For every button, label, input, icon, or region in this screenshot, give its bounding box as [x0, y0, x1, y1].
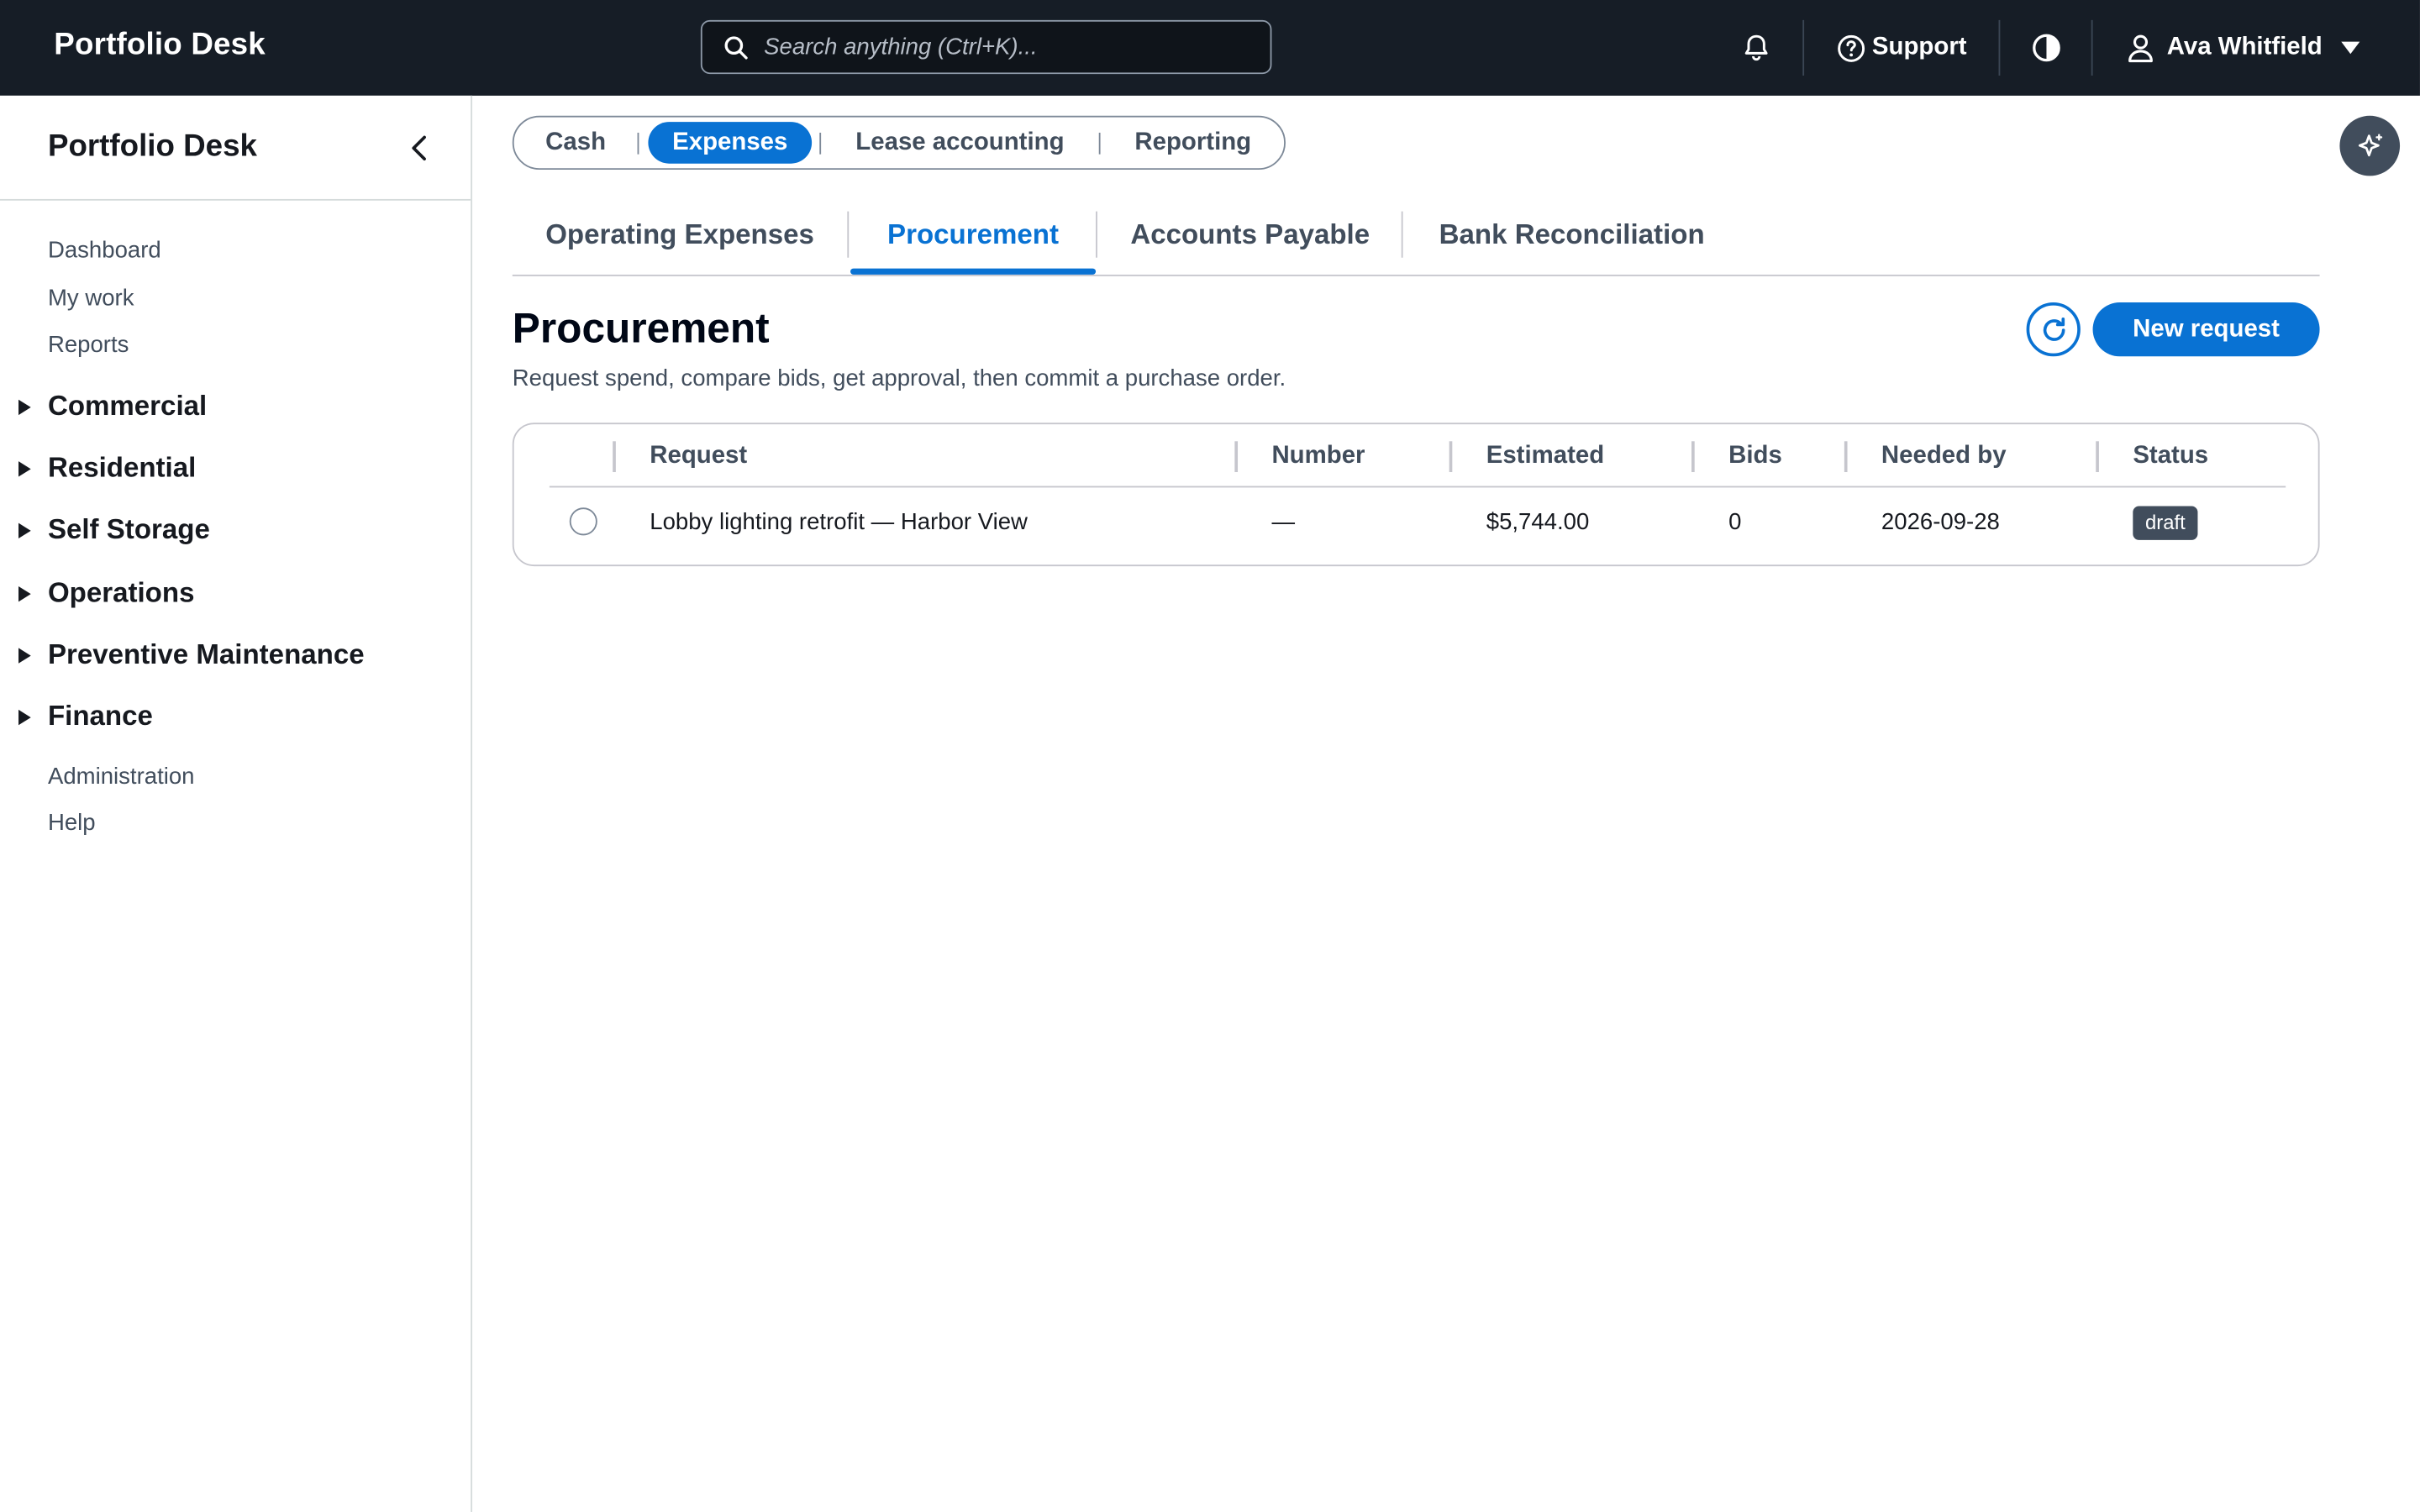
refresh-button[interactable]	[2026, 302, 2081, 357]
segment-cash[interactable]: Cash	[523, 122, 629, 164]
segment-expenses[interactable]: Expenses	[648, 122, 813, 164]
sidebar-section-preventive-maintenance[interactable]: Preventive Maintenance	[18, 638, 365, 671]
sidebar-item-help[interactable]: Help	[48, 810, 96, 836]
notifications-button[interactable]	[1741, 0, 1772, 96]
sidebar-item-my-work[interactable]: My work	[48, 286, 134, 312]
sidebar-item-reports[interactable]: Reports	[48, 332, 129, 358]
sidebar-item-administration[interactable]: Administration	[48, 764, 195, 790]
refresh-icon	[2042, 317, 2065, 340]
sidebar-section-label: Commercial	[47, 390, 208, 422]
column-divider	[613, 441, 616, 473]
segment-divider	[819, 132, 822, 155]
tab-divider	[1401, 211, 1403, 258]
contrast-icon	[2033, 34, 2060, 62]
column-divider	[1844, 441, 1848, 473]
segment-lease-accounting[interactable]: Lease accounting	[835, 122, 1086, 164]
expand-triangle-icon	[18, 647, 31, 663]
bell-icon	[1744, 34, 1768, 61]
column-header-status[interactable]: Status	[2133, 443, 2208, 470]
topbar-divider	[2091, 19, 2093, 76]
brand-title[interactable]: Portfolio Desk	[54, 28, 266, 63]
expand-triangle-icon	[18, 460, 31, 476]
cell-bids: 0	[1728, 509, 1742, 536]
page-description: Request spend, compare bids, get approva…	[512, 365, 1286, 392]
module-segmented-control: Cash Expenses Lease accounting Reporting	[512, 115, 1286, 171]
new-request-button[interactable]: New request	[2092, 302, 2320, 357]
sidebar-section-operations[interactable]: Operations	[18, 577, 194, 610]
expand-triangle-icon	[18, 398, 31, 415]
segment-reporting[interactable]: Reporting	[1113, 122, 1273, 164]
theme-toggle[interactable]	[2031, 0, 2062, 96]
chevron-left-icon	[412, 135, 426, 161]
tab-divider	[1096, 211, 1097, 258]
expand-triangle-icon	[18, 522, 31, 538]
status-badge: draft	[2133, 506, 2198, 540]
cell-needed-by: 2026-09-28	[1881, 509, 2000, 536]
cell-estimated: $5,744.00	[1486, 509, 1590, 536]
sidebar-section-label: Operations	[47, 576, 195, 608]
sidebar-section-self-storage[interactable]: Self Storage	[18, 514, 210, 547]
collapse-sidebar-button[interactable]	[404, 133, 435, 164]
column-header-estimated[interactable]: Estimated	[1486, 443, 1604, 470]
support-label: Support	[1871, 34, 1967, 60]
column-divider	[2096, 441, 2099, 473]
user-name: Ava Whitfield	[2166, 34, 2323, 60]
column-header-needed-by[interactable]: Needed by	[1881, 443, 2007, 470]
topbar-divider	[1802, 19, 1805, 76]
assistant-button[interactable]	[2339, 115, 2401, 176]
sidebar-section-label: Preventive Maintenance	[47, 638, 365, 670]
tab-bank-reconciliation[interactable]: Bank Reconciliation	[1404, 208, 1739, 275]
sidebar-section-label: Residential	[47, 452, 197, 483]
user-menu[interactable]: Ava Whitfield	[2125, 0, 2361, 96]
tab-divider	[847, 211, 850, 258]
segment-divider	[637, 132, 639, 155]
top-navigation: Portfolio Desk Search anything (Ctrl+K).…	[0, 0, 2420, 96]
tab-operating-expenses[interactable]: Operating Expenses	[513, 208, 848, 275]
sidebar-section-residential[interactable]: Residential	[18, 452, 196, 485]
help-circle-icon	[1838, 34, 1865, 61]
topbar-divider	[1998, 19, 2001, 76]
column-header-number[interactable]: Number	[1271, 443, 1365, 470]
user-icon	[2128, 34, 2153, 63]
sparkle-icon	[2358, 133, 2382, 156]
page-title: Procurement	[512, 305, 770, 352]
sidebar-section-label: Self Storage	[47, 513, 210, 545]
column-header-bids[interactable]: Bids	[1728, 443, 1782, 470]
tab-procurement[interactable]: Procurement	[850, 208, 1097, 275]
caret-down-icon	[2340, 41, 2360, 55]
procurement-table: Request Number Estimated Bids Needed by …	[512, 423, 2320, 567]
sidebar-item-dashboard[interactable]: Dashboard	[48, 238, 161, 264]
expand-triangle-icon	[18, 708, 31, 725]
search-icon	[724, 36, 748, 60]
search-input[interactable]: Search anything (Ctrl+K)...	[700, 19, 1272, 75]
search-placeholder: Search anything (Ctrl+K)...	[764, 34, 1038, 60]
table-header-divider	[549, 486, 2286, 488]
cell-request: Lobby lighting retrofit — Harbor View	[650, 509, 1028, 536]
side-navigation: Portfolio Desk Dashboard My work Reports…	[0, 95, 473, 1512]
sidebar-section-commercial[interactable]: Commercial	[18, 391, 207, 423]
cell-number: —	[1271, 509, 1295, 536]
sidebar-divider	[0, 198, 471, 201]
column-divider	[1691, 441, 1695, 473]
segment-divider	[1098, 132, 1101, 155]
tab-accounts-payable[interactable]: Accounts Payable	[1099, 208, 1402, 275]
sidebar-section-finance[interactable]: Finance	[18, 701, 153, 733]
support-button[interactable]: Support	[1837, 0, 1967, 96]
row-select-radio[interactable]	[569, 507, 597, 536]
column-divider	[1449, 441, 1453, 473]
column-divider	[1234, 441, 1239, 473]
expenses-tabs: Operating Expenses Procurement Accounts …	[512, 208, 2320, 276]
sidebar-title[interactable]: Portfolio Desk	[48, 129, 257, 165]
column-header-request[interactable]: Request	[650, 443, 747, 470]
sidebar-section-label: Finance	[47, 700, 153, 732]
expand-triangle-icon	[18, 585, 31, 601]
